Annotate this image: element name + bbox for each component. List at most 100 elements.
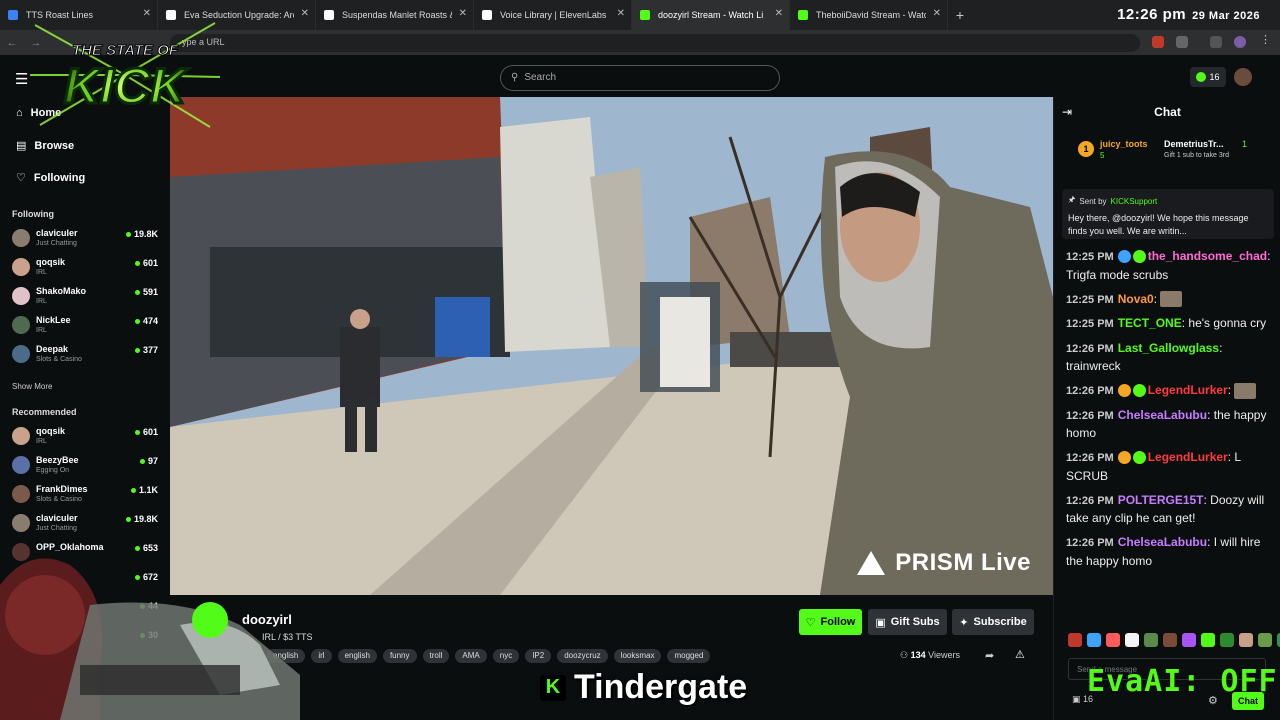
- new-tab-button[interactable]: +: [948, 7, 972, 23]
- tab-title: TheboiiDavid Stream - Watch Li: [816, 10, 926, 20]
- prism-logo-icon: [857, 551, 886, 575]
- close-tab-icon[interactable]: ✕: [933, 8, 941, 19]
- back-icon[interactable]: ←: [0, 37, 24, 49]
- sidebar-channel[interactable]: qoqsik IRL 601: [12, 255, 162, 281]
- chat-message: 12:26 PM LegendLurker: L SCRUB: [1066, 450, 1241, 483]
- extension-icon[interactable]: [1152, 36, 1164, 48]
- message-time: 12:26 PM: [1066, 494, 1114, 507]
- close-tab-icon[interactable]: ✕: [459, 8, 467, 19]
- gift-subs-button[interactable]: ▣ Gift Subs: [868, 609, 947, 635]
- show-more-link[interactable]: Show More: [12, 382, 52, 391]
- emote-icon[interactable]: [1144, 633, 1158, 647]
- emote-icon[interactable]: [1087, 633, 1101, 647]
- leader-name[interactable]: DemetriusTr...: [1164, 139, 1224, 149]
- stream-tag[interactable]: mogged: [667, 649, 711, 663]
- hamburger-icon[interactable]: ☰: [15, 70, 28, 88]
- emote-icon[interactable]: [1258, 633, 1272, 647]
- browser-tab[interactable]: Suspendas Manlet Roasts & TT ✕: [316, 0, 474, 30]
- message-username[interactable]: POLTERGE15T: [1118, 493, 1204, 507]
- message-username[interactable]: ChelseaLabubu: [1118, 535, 1207, 549]
- video-player[interactable]: PRISM Live: [170, 97, 1053, 595]
- emote-icon[interactable]: [1239, 633, 1253, 647]
- stream-tag[interactable]: funny: [382, 649, 417, 663]
- menu-icon[interactable]: ⋮: [1260, 33, 1272, 46]
- close-tab-icon[interactable]: ✕: [617, 8, 625, 19]
- stream-tag[interactable]: AMA: [455, 649, 487, 663]
- stream-tag[interactable]: doozycruz: [557, 649, 608, 663]
- emote-icon[interactable]: [1106, 633, 1120, 647]
- close-tab-icon[interactable]: ✕: [775, 8, 783, 19]
- emote-icon[interactable]: [1163, 633, 1177, 647]
- channel-points[interactable]: ▣ 16: [1072, 694, 1093, 705]
- browser-tab[interactable]: doozyirl Stream - Watch Li ✕: [632, 0, 790, 30]
- stream-tag[interactable]: english: [337, 649, 377, 663]
- message-username[interactable]: ChelseaLabubu: [1118, 408, 1207, 422]
- emote-icon[interactable]: [1125, 633, 1139, 647]
- message-username[interactable]: Last_Gallowglass: [1118, 341, 1219, 355]
- emote-icon[interactable]: [1201, 633, 1215, 647]
- streamer-name[interactable]: doozyirl: [242, 612, 292, 627]
- search-placeholder: Search: [524, 72, 557, 83]
- channel-avatar: [12, 287, 30, 305]
- message-username[interactable]: the_handsome_chad: [1148, 249, 1267, 263]
- emote-icon[interactable]: [1220, 633, 1234, 647]
- stream-tag[interactable]: english: [266, 649, 306, 663]
- message-username[interactable]: TECT_ONE: [1118, 316, 1182, 330]
- pinned-message[interactable]: 🖈 Sent by KICKSupport Hey there, @doozyirl…: [1062, 189, 1274, 239]
- sidebar-channel[interactable]: 30: [12, 627, 162, 653]
- profile-icon[interactable]: [1234, 36, 1246, 48]
- tab-title: Voice Library | ElevenLabs: [500, 10, 607, 20]
- badge-icon: [1132, 250, 1146, 264]
- channel-avatar: [12, 601, 30, 619]
- sidebar-nav-label: Following: [33, 171, 86, 184]
- send-chat-button[interactable]: Chat: [1232, 692, 1264, 710]
- media-icon[interactable]: [1210, 36, 1222, 48]
- subscribe-button[interactable]: ✦ Subscribe: [952, 609, 1034, 635]
- sidebar-channel[interactable]: claviculer Just Chatting 19.8K: [12, 511, 162, 537]
- search-input[interactable]: ⚲ Search: [500, 65, 780, 91]
- sidebar-channel[interactable]: claviculer Just Chatting 19.8K: [12, 226, 162, 252]
- sidebar-nav-following[interactable]: ♡ Following: [16, 171, 86, 185]
- sidebar-nav-browse[interactable]: ▤ Browse: [16, 139, 75, 153]
- report-icon[interactable]: ⚠: [1015, 648, 1025, 661]
- stream-tag[interactable]: irl: [311, 649, 332, 663]
- sidebar-channel[interactable]: 44: [12, 598, 162, 624]
- follow-button[interactable]: ♡ Follow: [799, 609, 862, 635]
- message-username[interactable]: LegendLurker: [1148, 450, 1228, 464]
- emote-bar: [1068, 633, 1280, 647]
- sidebar-nav-label: Browse: [34, 139, 75, 152]
- puzzle-icon[interactable]: [1176, 36, 1188, 48]
- sidebar-channel[interactable]: FrankDimes Slots & Casino 1.1K: [12, 482, 162, 508]
- user-avatar[interactable]: [1234, 68, 1252, 86]
- emote-icon[interactable]: [1182, 633, 1196, 647]
- sidebar: ⌂ Home ▤ Browse ♡ Following Following clavi…: [0, 97, 170, 720]
- message-text: Trigfa mode scrubs: [1066, 267, 1169, 282]
- chat-panel: ⇥ Chat 1 juicy_toots 5 DemetriusTr... 1 …: [1053, 97, 1280, 720]
- kicks-balance[interactable]: 16: [1190, 67, 1226, 87]
- sidebar-channel[interactable]: qoqsik IRL 601: [12, 424, 162, 450]
- sidebar-channel[interactable]: digyddk Casino 672: [12, 569, 162, 595]
- badge-icon: [1132, 451, 1146, 465]
- browser-tab[interactable]: TheboiiDavid Stream - Watch Li ✕: [790, 0, 948, 30]
- url-input[interactable]: ype a URL: [170, 34, 1140, 52]
- leader-name[interactable]: juicy_toots: [1100, 139, 1148, 149]
- stream-tag[interactable]: nyc: [492, 649, 520, 663]
- browser-tab[interactable]: Voice Library | ElevenLabs ✕: [474, 0, 632, 30]
- sidebar-channel[interactable]: NickLee IRL 474: [12, 313, 162, 339]
- sidebar-channel[interactable]: Deepak Slots & Casino 377: [12, 342, 162, 368]
- streamer-avatar[interactable]: [190, 610, 232, 652]
- gear-icon[interactable]: ⚙: [1208, 694, 1218, 707]
- emote-icon[interactable]: [1068, 633, 1082, 647]
- channel-category: Slots & Casino: [36, 356, 82, 363]
- sidebar-channel[interactable]: ShakoMako IRL 591: [12, 284, 162, 310]
- channel-name: claviculer: [36, 513, 78, 523]
- sidebar-channel[interactable]: BeezyBee Egging On 97: [12, 453, 162, 479]
- message-username[interactable]: Nova0: [1118, 292, 1154, 306]
- message-username[interactable]: LegendLurker: [1148, 383, 1228, 397]
- stream-tag[interactable]: IP2: [525, 649, 552, 663]
- share-icon[interactable]: ➦: [985, 649, 994, 662]
- close-tab-icon[interactable]: ✕: [301, 8, 309, 19]
- stream-tag[interactable]: troll: [422, 649, 450, 663]
- sidebar-channel[interactable]: OPP_Oklahoma 653: [12, 540, 162, 566]
- stream-tag[interactable]: looksmax: [613, 649, 662, 663]
